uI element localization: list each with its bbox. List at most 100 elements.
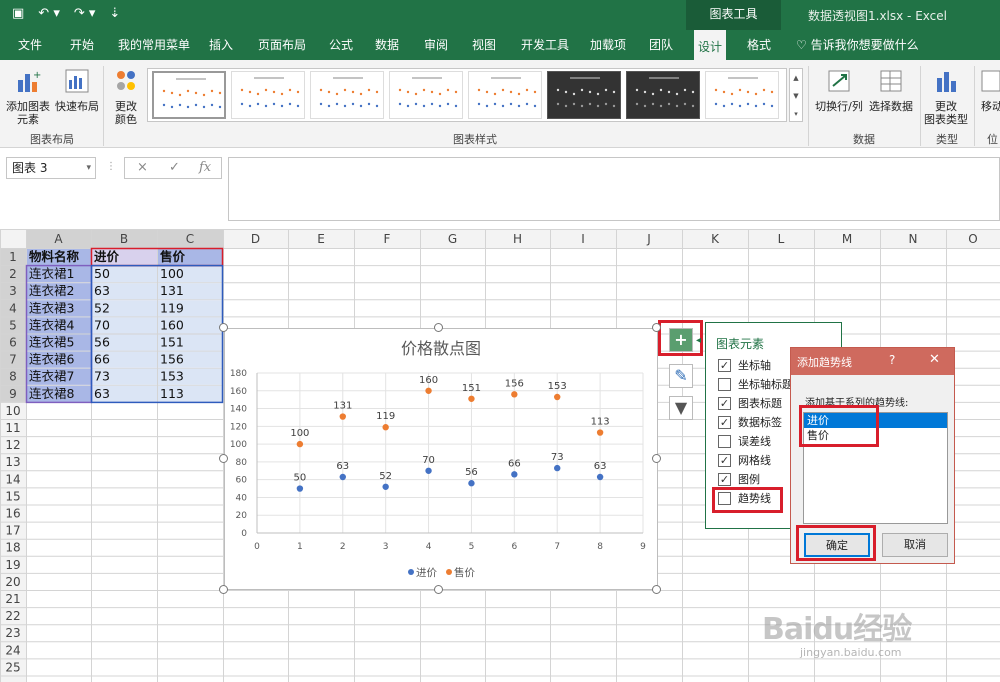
point-0-2[interactable] — [382, 483, 389, 490]
resize-handle[interactable] — [652, 454, 661, 463]
checkbox-checked-icon[interactable]: ✓ — [718, 472, 731, 486]
point-1-3[interactable] — [425, 387, 432, 394]
change-colors-button[interactable]: 更改 颜色 — [106, 68, 146, 126]
tab-7[interactable]: 审阅 — [420, 30, 452, 60]
legend-label-0[interactable]: 进价 — [416, 567, 437, 579]
column-header[interactable]: A — [54, 232, 63, 246]
tab-6[interactable]: 数据 — [371, 30, 403, 60]
scatter-chart[interactable]: 价格散点图 0 20 40 60 80 100 120 140 160 180 0 1 2 3 4 5 6 7 8 9 5… — [224, 328, 658, 590]
gallery-scroll-arrows[interactable]: ▲ ▼ ▾ — [789, 68, 803, 122]
column-header[interactable]: L — [778, 232, 785, 246]
tab-11[interactable]: 团队 — [645, 30, 677, 60]
column-header[interactable]: C — [186, 232, 194, 246]
chart-element-option[interactable]: ✓ 图表标题 — [718, 395, 782, 411]
chart-element-option[interactable]: ✓ 网格线 — [718, 452, 771, 468]
help-icon[interactable]: ? — [889, 353, 895, 367]
column-header[interactable]: H — [513, 232, 522, 246]
chart-elements-plus-button[interactable]: + — [669, 328, 693, 352]
tab-0[interactable]: 文件 — [14, 30, 46, 60]
row-header[interactable]: 23 — [5, 626, 20, 640]
row-header[interactable]: 6 — [9, 336, 17, 350]
chart-style-thumb[interactable] — [468, 71, 542, 119]
chart-element-option[interactable]: ✓ 图例 — [718, 471, 760, 487]
row-header[interactable]: 21 — [5, 592, 20, 606]
point-0-7[interactable] — [596, 473, 604, 481]
row-header[interactable]: 18 — [5, 541, 20, 555]
series-option[interactable]: 进价 — [804, 413, 947, 428]
cancel-button[interactable]: 取消 — [882, 533, 948, 557]
tab-3[interactable]: 插入 — [205, 30, 237, 60]
chart-element-option[interactable]: 坐标轴标题 — [718, 376, 793, 392]
row-header[interactable]: 4 — [9, 301, 17, 315]
point-1-4[interactable] — [468, 395, 475, 402]
quick-layout-button[interactable]: 快速布局 — [54, 68, 100, 113]
row-header[interactable]: 8 — [9, 370, 17, 384]
point-0-0[interactable] — [296, 485, 304, 492]
add-chart-element-button[interactable]: + 添加图表 元素 — [4, 68, 52, 126]
insert-function-icon[interactable]: fx — [199, 158, 211, 178]
point-0-4[interactable] — [468, 480, 475, 487]
chart-style-thumb[interactable] — [310, 71, 384, 119]
ok-button[interactable]: 确定 — [804, 533, 870, 557]
save-icon[interactable]: ▣ — [12, 6, 24, 21]
row-header[interactable]: 24 — [5, 643, 20, 657]
row-header[interactable]: 5 — [9, 318, 17, 332]
row-header[interactable]: 1 — [9, 250, 17, 264]
row-header[interactable]: 20 — [5, 575, 20, 589]
row-header[interactable]: 9 — [9, 387, 17, 401]
series-listbox[interactable]: 进价 售价 — [803, 412, 948, 524]
select-data-button[interactable]: 选择数据 — [867, 68, 915, 113]
tab-12[interactable]: 设计 — [694, 30, 727, 60]
column-header[interactable]: E — [317, 232, 325, 246]
resize-handle[interactable] — [652, 323, 661, 332]
tab-9[interactable]: 开发工具 — [517, 30, 573, 60]
row-header[interactable]: 14 — [5, 472, 20, 486]
resize-handle[interactable] — [219, 323, 228, 332]
column-header[interactable]: F — [384, 232, 391, 246]
change-chart-type-button[interactable]: 更改 图表类型 — [922, 68, 970, 126]
move-chart-button[interactable]: 移动 — [977, 68, 1000, 113]
chart-element-option[interactable]: 误差线 — [718, 433, 771, 449]
checkbox-checked-icon[interactable]: ✓ — [718, 453, 731, 467]
tell-me-search[interactable]: ♡ 告诉我你想要做什么 — [792, 30, 923, 60]
point-1-1[interactable] — [339, 413, 346, 420]
checkbox-checked-icon[interactable]: ✓ — [718, 396, 731, 410]
tab-8[interactable]: 视图 — [468, 30, 500, 60]
point-0-5[interactable] — [511, 471, 518, 478]
switch-row-column-button[interactable]: 切换行/列 — [813, 68, 865, 113]
column-header[interactable]: G — [448, 232, 457, 246]
point-0-3[interactable] — [425, 467, 432, 474]
chart-element-option[interactable]: ✓ 数据标签 — [718, 414, 782, 430]
tab-5[interactable]: 公式 — [325, 30, 357, 60]
checkbox-checked-icon[interactable]: ✓ — [718, 358, 731, 372]
row-header[interactable]: 11 — [5, 421, 20, 435]
tab-2[interactable]: 我的常用菜单 — [114, 30, 194, 60]
column-header[interactable]: M — [842, 232, 852, 246]
chart-filter-button[interactable]: ▼ — [669, 396, 693, 420]
chart-element-option[interactable]: 趋势线 — [718, 490, 771, 506]
point-1-6[interactable] — [554, 393, 561, 401]
point-0-6[interactable] — [554, 464, 561, 472]
customize-qat-icon[interactable]: ⇣ — [109, 6, 120, 21]
column-header[interactable]: D — [251, 232, 260, 246]
row-header[interactable]: 7 — [9, 353, 17, 367]
chart-style-thumb[interactable] — [231, 71, 305, 119]
resize-handle[interactable] — [219, 585, 228, 594]
cancel-formula-icon[interactable]: × — [137, 158, 148, 178]
column-header[interactable]: B — [120, 232, 128, 246]
checkbox-checked-icon[interactable]: ✓ — [718, 415, 731, 429]
tab-4[interactable]: 页面布局 — [254, 30, 310, 60]
resize-handle[interactable] — [219, 454, 228, 463]
chart-style-thumb[interactable] — [626, 71, 700, 119]
point-1-7[interactable] — [596, 429, 604, 436]
point-1-0[interactable] — [296, 440, 304, 448]
row-header[interactable]: 22 — [5, 609, 20, 623]
chart-title[interactable]: 价格散点图 — [401, 339, 481, 358]
checkbox-empty-icon[interactable] — [718, 377, 731, 391]
close-icon[interactable]: ✕ — [929, 352, 940, 367]
point-1-2[interactable] — [382, 424, 389, 431]
checkbox-empty-icon[interactable] — [718, 491, 731, 505]
chart-style-thumb[interactable] — [152, 71, 226, 119]
undo-icon[interactable]: ↶ ▾ — [38, 6, 60, 21]
resize-handle[interactable] — [652, 585, 661, 594]
